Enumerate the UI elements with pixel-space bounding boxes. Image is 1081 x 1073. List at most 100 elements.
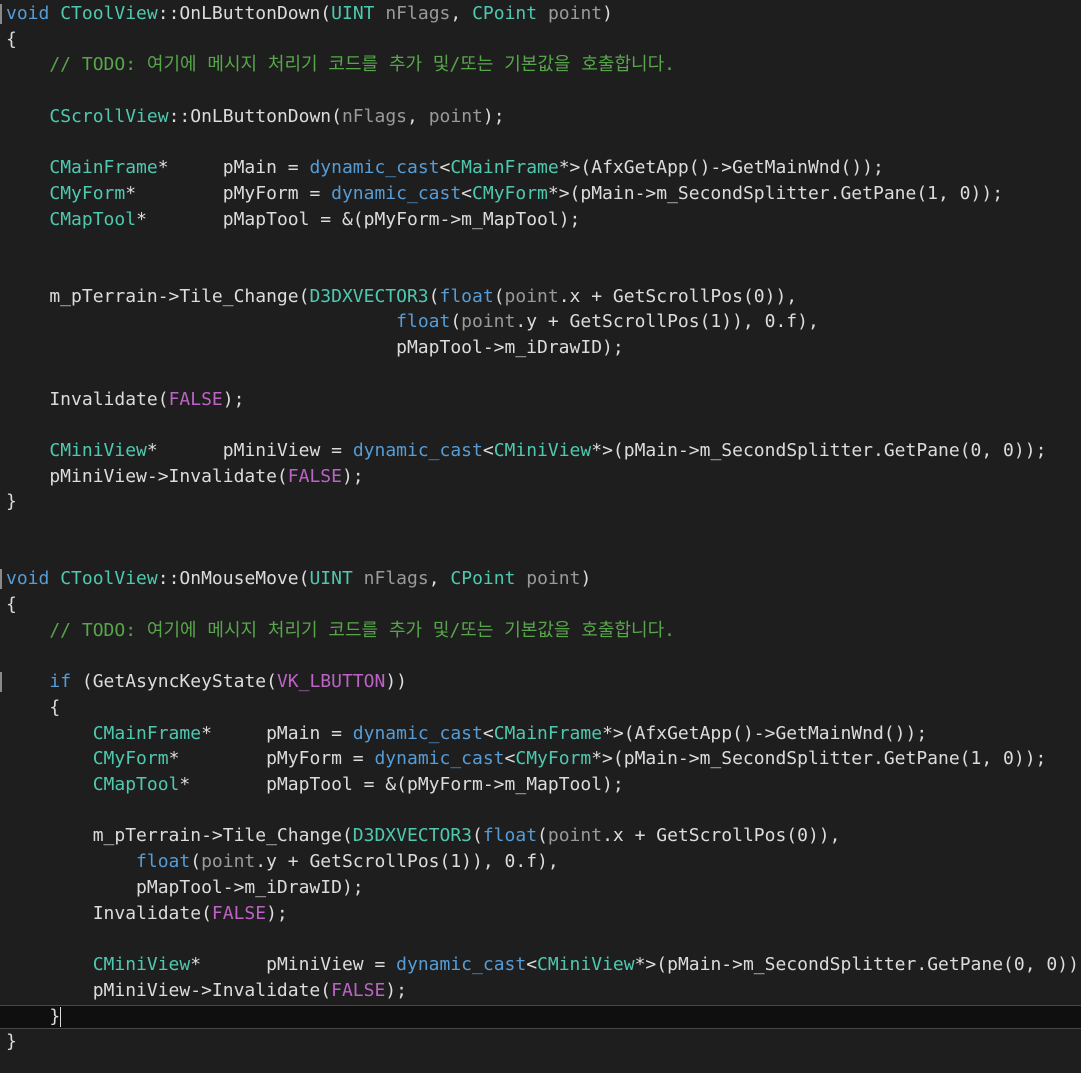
- parameter-token: point: [428, 105, 483, 127]
- code-line[interactable]: m_pTerrain->Tile_Change(D3DXVECTOR3(floa…: [0, 823, 1081, 849]
- code-line[interactable]: if (GetAsyncKeyState(VK_LBUTTON)): [0, 669, 1081, 695]
- code-text: }: [6, 1006, 62, 1028]
- code-line[interactable]: m_pTerrain->Tile_Change(D3DXVECTOR3(floa…: [0, 284, 1081, 310]
- macro-token: FALSE: [168, 388, 223, 410]
- code-line[interactable]: pMiniView->Invalidate(FALSE);: [0, 464, 1081, 490]
- code-line[interactable]: [0, 361, 1081, 387]
- code-line[interactable]: // TODO: 여기에 메시지 처리기 코드를 추가 및/또는 기본값을 호출…: [0, 52, 1081, 78]
- code-line[interactable]: [0, 78, 1081, 104]
- code-line[interactable]: }: [0, 1029, 1081, 1055]
- code-line[interactable]: {: [0, 592, 1081, 618]
- macro-token: FALSE: [287, 465, 342, 487]
- code-line[interactable]: [0, 232, 1081, 258]
- outline-collapse-marker[interactable]: [0, 569, 4, 590]
- code-line[interactable]: CMapTool* pMapTool = &(pMyForm->m_MapToo…: [0, 772, 1081, 798]
- keyword-token: dynamic_cast: [352, 439, 483, 461]
- code-line[interactable]: void CToolView::OnMouseMove(UINT nFlags,…: [0, 566, 1081, 592]
- comment-token: // TODO: 여기에 메시지 처리기 코드를 추가 및/또는 기본값을 호출…: [6, 54, 675, 76]
- code-line[interactable]: {: [0, 695, 1081, 721]
- type-token: CMyForm: [49, 182, 126, 204]
- code-line[interactable]: {: [0, 27, 1081, 53]
- code-line[interactable]: }: [0, 489, 1081, 515]
- code-token: (GetAsyncKeyState(: [71, 671, 277, 693]
- outline-collapse-marker[interactable]: [0, 672, 4, 693]
- code-line[interactable]: CMyForm* pMyForm = dynamic_cast<CMyForm*…: [0, 746, 1081, 772]
- code-token: );: [385, 979, 407, 1001]
- code-line[interactable]: Invalidate(FALSE);: [0, 901, 1081, 927]
- code-line[interactable]: pMapTool->m_iDrawID);: [0, 335, 1081, 361]
- code-token: );: [266, 902, 288, 924]
- code-token: .y + GetScrollPos(1)), 0.f),: [255, 851, 559, 873]
- code-line[interactable]: void CToolView::OnLButtonDown(UINT nFlag…: [0, 1, 1081, 27]
- keyword-token: dynamic_cast: [396, 953, 527, 975]
- keyword-token: float: [136, 851, 191, 873]
- code-token: ,: [428, 568, 451, 590]
- code-line[interactable]: Invalidate(FALSE);: [0, 387, 1081, 413]
- code-token: <: [482, 439, 494, 461]
- keyword-token: float: [482, 825, 538, 847]
- code-token: {: [6, 28, 17, 50]
- code-line[interactable]: CMainFrame* pMain = dynamic_cast<CMainFr…: [0, 155, 1081, 181]
- code-text: Invalidate(FALSE);: [6, 387, 244, 413]
- code-token: (: [190, 851, 202, 873]
- type-token: CToolView: [60, 3, 158, 24]
- code-line[interactable]: [0, 798, 1081, 824]
- code-editor[interactable]: void CToolView::OnLButtonDown(UINT nFlag…: [0, 0, 1081, 1073]
- code-line[interactable]: [0, 130, 1081, 156]
- code-line[interactable]: [0, 541, 1081, 567]
- code-text: float(point.y + GetScrollPos(1)), 0.f),: [6, 309, 819, 335]
- code-token: * pMiniView =: [146, 439, 353, 461]
- type-token: CScrollView: [49, 105, 169, 127]
- type-token: CMiniView: [537, 953, 635, 975]
- code-line[interactable]: CMiniView* pMiniView = dynamic_cast<CMin…: [0, 438, 1081, 464]
- code-line[interactable]: CMapTool* pMapTool = &(pMyForm->m_MapToo…: [0, 207, 1081, 233]
- code-token: * pMapTool = &(pMyForm->m_MapTool);: [136, 208, 581, 230]
- type-token: CMiniView: [493, 439, 592, 461]
- code-token: * pMiniView =: [190, 953, 397, 975]
- current-code-line[interactable]: }: [0, 1005, 1081, 1030]
- comment-token: // TODO: 여기에 메시지 처리기 코드를 추가 및/또는 기본값을 호출…: [6, 619, 675, 641]
- code-token: )): [385, 671, 408, 693]
- code-line[interactable]: [0, 258, 1081, 284]
- code-text: if (GetAsyncKeyState(VK_LBUTTON)): [6, 669, 407, 695]
- code-line[interactable]: [0, 644, 1081, 670]
- code-text: CScrollView::OnLButtonDown(nFlags, point…: [6, 104, 504, 130]
- code-line[interactable]: CMainFrame* pMain = dynamic_cast<CMainFr…: [0, 721, 1081, 747]
- parameter-token: nFlags: [341, 105, 407, 127]
- code-token: <: [482, 722, 494, 744]
- code-text: CMainFrame* pMain = dynamic_cast<CMainFr…: [6, 155, 883, 181]
- code-text: CMapTool* pMapTool = &(pMyForm->m_MapToo…: [6, 207, 580, 233]
- code-token: .x + GetScrollPos(0)),: [602, 825, 841, 847]
- code-token: * pMyForm =: [125, 182, 332, 204]
- type-token: CMyForm: [472, 182, 548, 204]
- code-line[interactable]: [0, 412, 1081, 438]
- code-token: ::OnMouseMove(: [157, 568, 310, 590]
- code-line[interactable]: CMyForm* pMyForm = dynamic_cast<CMyForm*…: [0, 181, 1081, 207]
- code-line[interactable]: float(point.y + GetScrollPos(1)), 0.f),: [0, 849, 1081, 875]
- code-line[interactable]: [0, 926, 1081, 952]
- code-text: CMiniView* pMiniView = dynamic_cast<CMin…: [6, 952, 1081, 978]
- code-line[interactable]: // TODO: 여기에 메시지 처리기 코드를 추가 및/또는 기본값을 호출…: [0, 618, 1081, 644]
- type-token: CToolView: [60, 568, 158, 590]
- code-line[interactable]: CMiniView* pMiniView = dynamic_cast<CMin…: [0, 952, 1081, 978]
- code-token: );: [341, 465, 364, 487]
- keyword-token: void: [6, 568, 50, 590]
- code-line[interactable]: pMapTool->m_iDrawID);: [0, 875, 1081, 901]
- code-token: Invalidate(: [6, 388, 169, 410]
- outline-collapse-marker[interactable]: [0, 4, 4, 24]
- code-line[interactable]: float(point.y + GetScrollPos(1)), 0.f),: [0, 309, 1081, 335]
- code-line[interactable]: [0, 515, 1081, 541]
- parameter-token: point: [504, 285, 559, 307]
- code-token: pMapTool->m_iDrawID);: [6, 337, 624, 359]
- code-token: <: [461, 182, 473, 204]
- macro-token: FALSE: [211, 902, 267, 924]
- code-line[interactable]: pMiniView->Invalidate(FALSE);: [0, 978, 1081, 1004]
- code-line[interactable]: CScrollView::OnLButtonDown(nFlags, point…: [0, 104, 1081, 130]
- type-token: UINT: [309, 568, 353, 590]
